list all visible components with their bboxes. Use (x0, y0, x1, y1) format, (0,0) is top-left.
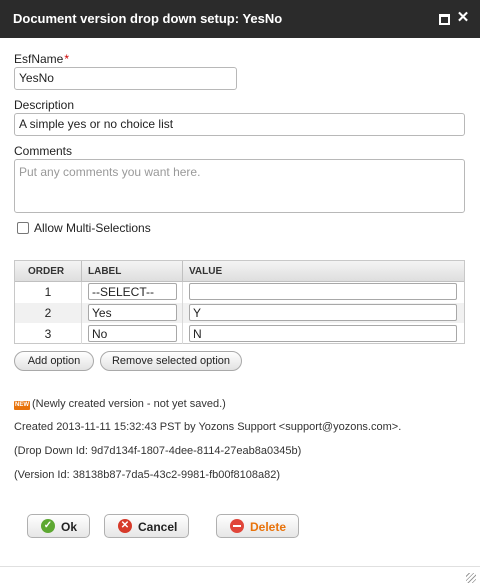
row-value-input[interactable]: Y (189, 304, 457, 321)
comments-textarea[interactable]: Put any comments you want here. (14, 159, 465, 213)
table-row[interactable]: 2 Yes Y (15, 303, 464, 323)
row-label-input[interactable]: Yes (88, 304, 177, 321)
esfname-label: EsfName* (14, 52, 70, 66)
checkmark-icon: ✓ (41, 519, 55, 533)
dropdown-id: (Drop Down Id: 9d7d134f-1807-4dee-8114-2… (14, 445, 302, 457)
cancel-button[interactable]: ✕ Cancel (104, 514, 189, 538)
delete-button[interactable]: Delete (216, 514, 299, 538)
add-option-button[interactable]: Add option (14, 351, 94, 371)
footer-divider (0, 566, 480, 567)
window-titlebar: Document version drop down setup: YesNo … (0, 0, 480, 38)
ok-button-label: Ok (61, 520, 78, 534)
row-order: 3 (44, 327, 52, 341)
column-header-label: LABEL (88, 266, 122, 277)
status-line: NEW (Newly created version - not yet save… (14, 398, 226, 410)
options-table-header: ORDER LABEL VALUE (15, 261, 464, 282)
row-order: 2 (44, 306, 52, 320)
remove-selected-option-button[interactable]: Remove selected option (100, 351, 242, 371)
row-order: 1 (44, 285, 52, 299)
status-text: (Newly created version - not yet saved.) (32, 398, 226, 410)
x-icon: ✕ (118, 519, 132, 533)
comments-label: Comments (14, 144, 73, 158)
column-header-order: ORDER (28, 266, 65, 277)
allow-multi-selections-checkbox[interactable] (17, 222, 29, 234)
row-label-input[interactable]: --SELECT-- (88, 283, 177, 300)
ok-button[interactable]: ✓ Ok (27, 514, 90, 538)
minus-icon (230, 519, 244, 533)
new-badge-icon: NEW (14, 401, 30, 410)
row-value-input[interactable]: N (189, 325, 457, 342)
required-mark: * (64, 52, 70, 66)
table-row[interactable]: 3 No N (15, 324, 464, 344)
resize-grip-icon[interactable] (466, 573, 476, 583)
allow-multi-selections-label: Allow Multi-Selections (34, 221, 151, 235)
table-row[interactable]: 1 --SELECT-- (15, 282, 464, 302)
description-label: Description (14, 98, 75, 112)
created-info: Created 2013-11-11 15:32:43 PST by Yozon… (14, 421, 402, 433)
description-field[interactable]: A simple yes or no choice list (14, 113, 465, 136)
maximize-icon[interactable] (437, 11, 451, 25)
row-value-input[interactable] (189, 283, 457, 300)
delete-button-label: Delete (250, 520, 287, 534)
column-header-value: VALUE (189, 266, 223, 277)
options-table: ORDER LABEL VALUE 1 --SELECT-- 2 Yes Y 3… (14, 260, 465, 344)
close-icon[interactable]: ✕ (456, 10, 470, 25)
cancel-button-label: Cancel (138, 520, 178, 534)
window-title: Document version drop down setup: YesNo (13, 11, 283, 26)
esfname-field[interactable]: YesNo (14, 67, 237, 90)
version-id: (Version Id: 38138b87-7da5-43c2-9981-fb0… (14, 469, 281, 481)
row-label-input[interactable]: No (88, 325, 177, 342)
